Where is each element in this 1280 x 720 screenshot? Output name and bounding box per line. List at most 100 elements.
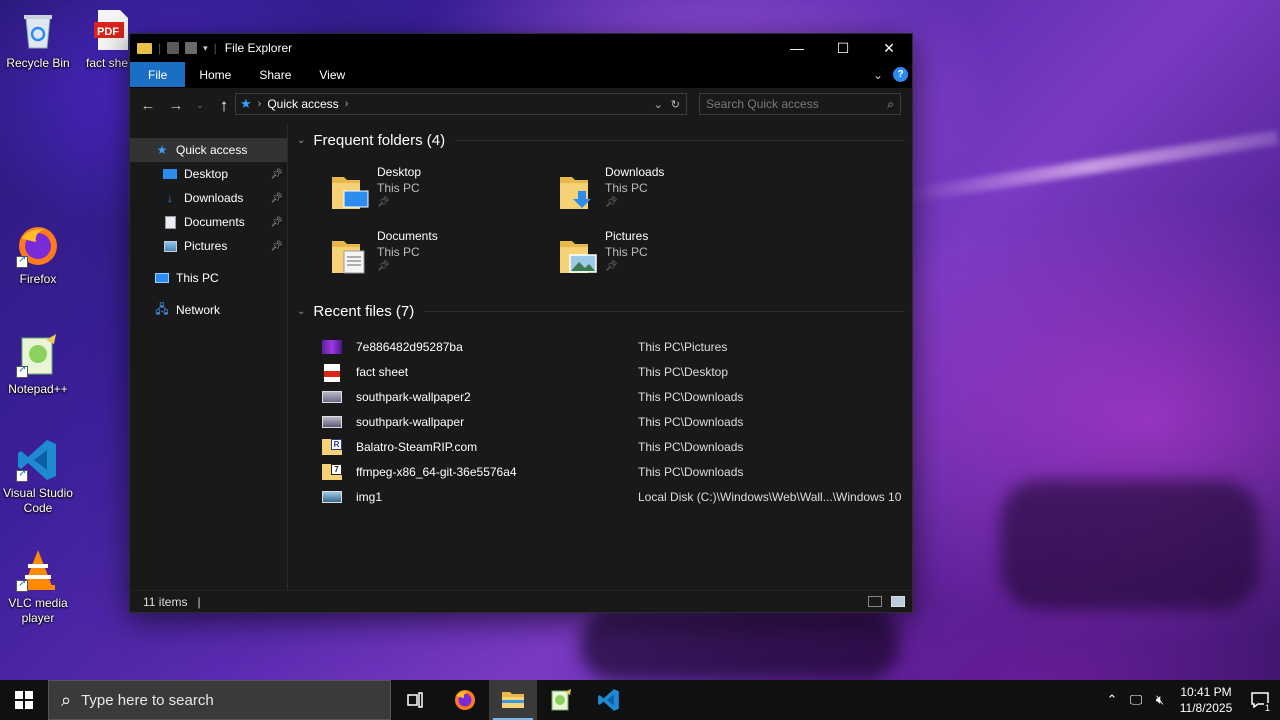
address-dropdown-chevron-icon[interactable]: ⌄: [654, 98, 663, 111]
file-name: Balatro-SteamRIP.com: [356, 439, 478, 454]
taskbar-notepadpp[interactable]: [537, 680, 585, 720]
breadcrumb-separator-icon[interactable]: ›: [345, 98, 349, 110]
tab-share[interactable]: Share: [245, 62, 305, 87]
pin-icon[interactable]: 📌︎: [270, 217, 283, 228]
collapse-chevron-icon[interactable]: ⌄: [297, 135, 305, 146]
file-name: southpark-wallpaper2: [356, 389, 471, 404]
collapse-chevron-icon[interactable]: ⌄: [297, 306, 305, 317]
system-tray: ⌃ 🖵︎ 🔇︎ 10:41 PM 11/8/2025 1: [1100, 680, 1280, 720]
nav-item-this-pc[interactable]: This PC: [130, 266, 287, 290]
new-folder-icon[interactable]: [185, 42, 198, 54]
status-bar: 11 items |: [130, 590, 912, 612]
pin-icon[interactable]: 📌︎: [377, 261, 390, 272]
folder-tile-desktop[interactable]: Desktop This PC 📌︎: [330, 165, 530, 221]
nav-item-network[interactable]: 🖧︎ Network: [130, 298, 287, 322]
tab-view[interactable]: View: [305, 62, 359, 87]
help-icon[interactable]: ?: [893, 67, 908, 82]
taskbar-search-input[interactable]: [81, 691, 362, 709]
breadcrumb-quick-access[interactable]: Quick access: [267, 97, 338, 111]
nav-item-documents[interactable]: Documents 📌︎: [130, 210, 287, 234]
background-shape: [1000, 480, 1260, 610]
downloads-icon: ↓: [167, 191, 173, 205]
recent-file-row[interactable]: southpark-wallpaper This PC\Downloads: [322, 409, 912, 434]
title-bar[interactable]: | ▾ | File Explorer — ☐ ✕: [130, 34, 912, 62]
file-name: img1: [356, 489, 383, 504]
breadcrumb-separator-icon[interactable]: ›: [258, 98, 262, 110]
image-icon: [322, 489, 342, 505]
group-frequent-folders[interactable]: ⌄ Frequent folders (4): [297, 132, 905, 149]
recent-file-row[interactable]: R Balatro-SteamRIP.com This PC\Downloads: [322, 434, 912, 459]
back-arrow-icon[interactable]: ←: [136, 94, 160, 118]
file-path: Local Disk (C:)\Windows\Web\Wall...\Wind…: [638, 489, 902, 504]
pin-icon[interactable]: 📌︎: [605, 261, 618, 272]
pdf-badge-text: PDF: [97, 26, 119, 38]
taskbar-vscode[interactable]: [585, 680, 633, 720]
clock-date: 11/8/2025: [1179, 701, 1233, 715]
show-hidden-icons-chevron-icon[interactable]: ⌃: [1100, 692, 1124, 708]
expand-ribbon-chevron-icon[interactable]: ⌄: [873, 68, 883, 82]
action-center-button[interactable]: 1: [1240, 680, 1280, 720]
wall-light-strip: [901, 130, 1279, 204]
pin-icon[interactable]: 📌︎: [270, 169, 283, 180]
file-name: 7e886482d95287ba: [356, 339, 463, 354]
documents-folder-icon: [330, 235, 370, 275]
file-path: This PC\Downloads: [638, 439, 744, 454]
volume-muted-icon[interactable]: 🔇︎: [1148, 692, 1172, 708]
start-button[interactable]: [0, 680, 48, 720]
nav-item-desktop[interactable]: Desktop 📌︎: [130, 162, 287, 186]
search-box[interactable]: ⌕: [699, 93, 901, 115]
search-input[interactable]: [706, 97, 888, 111]
pin-icon[interactable]: 📌︎: [605, 197, 618, 208]
large-icons-view-icon[interactable]: [891, 596, 905, 607]
recent-locations-chevron-icon[interactable]: ⌄: [192, 94, 208, 118]
refresh-icon[interactable]: ↻: [671, 98, 680, 111]
ribbon-tabs: File Home Share View ⌄ ?: [130, 62, 912, 88]
nav-item-downloads[interactable]: ↓ Downloads 📌︎: [130, 186, 287, 210]
properties-icon[interactable]: [167, 42, 180, 54]
taskbar-firefox[interactable]: [441, 680, 489, 720]
taskbar-file-explorer[interactable]: [489, 680, 537, 720]
close-button[interactable]: ✕: [866, 34, 912, 62]
desktop-icon-label: Notepad++: [8, 382, 68, 396]
desktop-icon-firefox[interactable]: Firefox: [0, 224, 76, 287]
folder-tile-downloads[interactable]: Downloads This PC 📌︎: [558, 165, 758, 221]
recent-file-row[interactable]: img1 Local Disk (C:)\Windows\Web\Wall...…: [322, 484, 912, 509]
group-recent-files[interactable]: ⌄ Recent files (7): [297, 303, 905, 320]
details-view-icon[interactable]: [868, 596, 882, 607]
recent-file-row[interactable]: fact sheet This PC\Desktop: [322, 359, 912, 384]
nav-item-pictures[interactable]: Pictures 📌︎: [130, 234, 287, 258]
file-path: This PC\Desktop: [638, 364, 729, 379]
up-arrow-icon[interactable]: ↑: [212, 94, 236, 118]
shortcut-arrow-icon: [16, 254, 28, 268]
tab-file[interactable]: File: [130, 62, 186, 87]
nav-item-quick-access[interactable]: ★ Quick access: [130, 138, 287, 162]
pin-icon[interactable]: 📌︎: [270, 193, 283, 204]
tab-home[interactable]: Home: [185, 62, 245, 87]
recent-file-row[interactable]: southpark-wallpaper2 This PC\Downloads: [322, 384, 912, 409]
taskbar-search-box[interactable]: ⌕: [48, 680, 391, 720]
recent-file-row[interactable]: 7e886482d95287ba This PC\Pictures: [322, 334, 912, 359]
network-status-icon[interactable]: 🖵︎: [1124, 692, 1148, 708]
folder-location: This PC: [377, 181, 420, 195]
desktop-icon-recycle-bin[interactable]: Recycle Bin: [0, 8, 76, 71]
desktop-icon-notepadpp[interactable]: Notepad++: [0, 334, 76, 397]
task-view-button[interactable]: [393, 680, 441, 720]
recycle-bin-icon: [16, 8, 60, 52]
maximize-button[interactable]: ☐: [820, 34, 866, 62]
folder-name: Downloads: [605, 165, 665, 179]
pictures-folder-icon: [558, 235, 598, 275]
folder-tile-documents[interactable]: Documents This PC 📌︎: [330, 229, 530, 285]
address-bar[interactable]: ★ › Quick access › ⌄ ↻: [235, 93, 687, 115]
pin-icon[interactable]: 📌︎: [377, 197, 390, 208]
forward-arrow-icon[interactable]: →: [164, 94, 188, 118]
customize-toolbar-icon[interactable]: ▾: [203, 43, 208, 54]
folder-tile-pictures[interactable]: Pictures This PC 📌︎: [558, 229, 758, 285]
file-name: ffmpeg-x86_64-git-36e5576a4: [356, 464, 517, 479]
desktop-icon-vscode[interactable]: Visual Studio Code: [0, 438, 76, 516]
recent-file-row[interactable]: 7 ffmpeg-x86_64-git-36e5576a4 This PC\Do…: [322, 459, 912, 484]
nav-item-label: Desktop: [184, 167, 229, 181]
desktop-icon-vlc[interactable]: VLC media player: [0, 548, 76, 626]
pin-icon[interactable]: 📌︎: [270, 241, 283, 252]
minimize-button[interactable]: —: [774, 34, 820, 62]
clock[interactable]: 10:41 PM 11/8/2025: [1172, 684, 1240, 716]
